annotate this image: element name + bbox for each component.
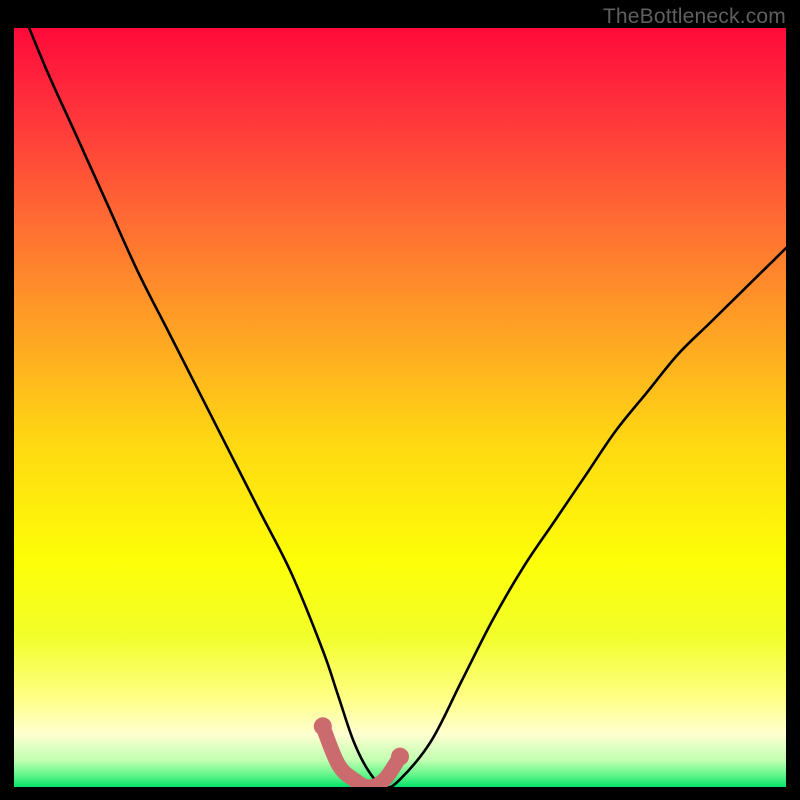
watermark-text: TheBottleneck.com — [603, 5, 786, 29]
chart-svg — [14, 28, 786, 787]
bottleneck-curve — [14, 28, 786, 787]
plot-area — [14, 28, 786, 787]
chart-frame: TheBottleneck.com — [0, 0, 800, 800]
